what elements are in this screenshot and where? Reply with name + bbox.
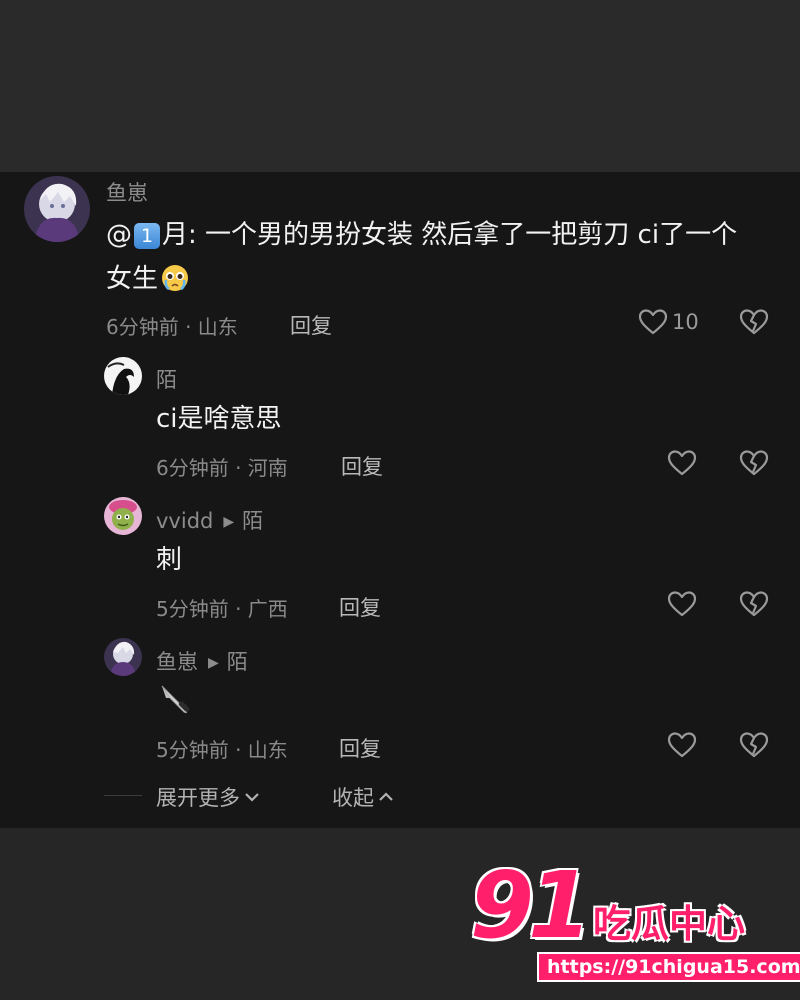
avatar[interactable] — [104, 638, 142, 676]
reply-username[interactable]: vvidd ▶ 陌 — [156, 505, 263, 535]
broken-heart-icon — [739, 450, 769, 476]
collapse-button[interactable]: 收起 — [332, 782, 394, 812]
watermark-logo-number: 91 — [470, 852, 592, 959]
reply-username[interactable]: 鱼崽 ▶ 陌 — [156, 646, 248, 676]
reply-text: 刺 — [156, 545, 183, 575]
number-one-badge-icon: 1 — [134, 223, 160, 249]
reply-time-location: 5分钟前 · 广西 — [156, 597, 288, 621]
broken-heart-icon — [739, 309, 769, 335]
like-button[interactable] — [666, 447, 698, 479]
comment-text-line-2: 女生 — [106, 264, 159, 294]
reply-button[interactable]: 回复 — [339, 592, 381, 622]
reply-button[interactable]: 回复 — [341, 451, 383, 481]
top-background — [0, 0, 800, 172]
pleading-face-icon — [160, 263, 190, 307]
reply-username[interactable]: 陌 — [156, 364, 177, 394]
heart-outline-icon — [667, 591, 697, 617]
triangle-right-icon: ▶ — [223, 514, 235, 530]
comment-username[interactable]: 鱼崽 — [106, 177, 148, 207]
avatar[interactable] — [24, 176, 90, 242]
reply-time-location: 5分钟前 · 山东 — [156, 738, 288, 762]
expand-more-button[interactable]: 展开更多 — [156, 782, 260, 812]
broken-heart-icon — [739, 732, 769, 758]
heart-outline-icon — [667, 732, 697, 758]
avatar[interactable] — [104, 497, 142, 535]
mention-at: @ — [106, 220, 132, 250]
reply-text: 🔪 — [156, 680, 194, 732]
like-button[interactable] — [637, 306, 669, 338]
watermark-url: https://91chigua15.com — [537, 952, 800, 982]
heart-outline-icon — [667, 450, 697, 476]
dislike-button[interactable] — [738, 729, 770, 761]
triangle-right-icon: ▶ — [208, 655, 219, 671]
comment-time-location: 6分钟前 · 山东 — [106, 315, 238, 339]
reply-time-location: 6分钟前 · 河南 — [156, 456, 288, 480]
dislike-button[interactable] — [738, 588, 770, 620]
reply-button[interactable]: 回复 — [290, 310, 332, 340]
dislike-button[interactable] — [738, 447, 770, 479]
reply-text: ci是啥意思 — [156, 404, 282, 434]
like-button[interactable] — [666, 588, 698, 620]
watermark-logo-name: 吃瓜中心 — [593, 902, 746, 946]
dislike-button[interactable] — [738, 306, 770, 338]
knife-icon: 🔪 — [156, 680, 194, 718]
comment-text-line-1: 月: 一个男的男扮女装 然后拿了一把剪刀 ci了一个 — [162, 220, 738, 250]
avatar[interactable] — [104, 357, 142, 395]
chevron-up-icon — [378, 784, 394, 808]
replies-divider — [104, 795, 142, 796]
reply-button[interactable]: 回复 — [339, 733, 381, 763]
like-count: 10 — [672, 310, 699, 334]
broken-heart-icon — [739, 591, 769, 617]
heart-outline-icon — [638, 309, 668, 335]
chevron-down-icon — [244, 784, 260, 808]
comment-text: @1 月: 一个男的男扮女装 然后拿了一把剪刀 ci了一个 女生 — [106, 213, 776, 307]
like-button[interactable] — [666, 729, 698, 761]
